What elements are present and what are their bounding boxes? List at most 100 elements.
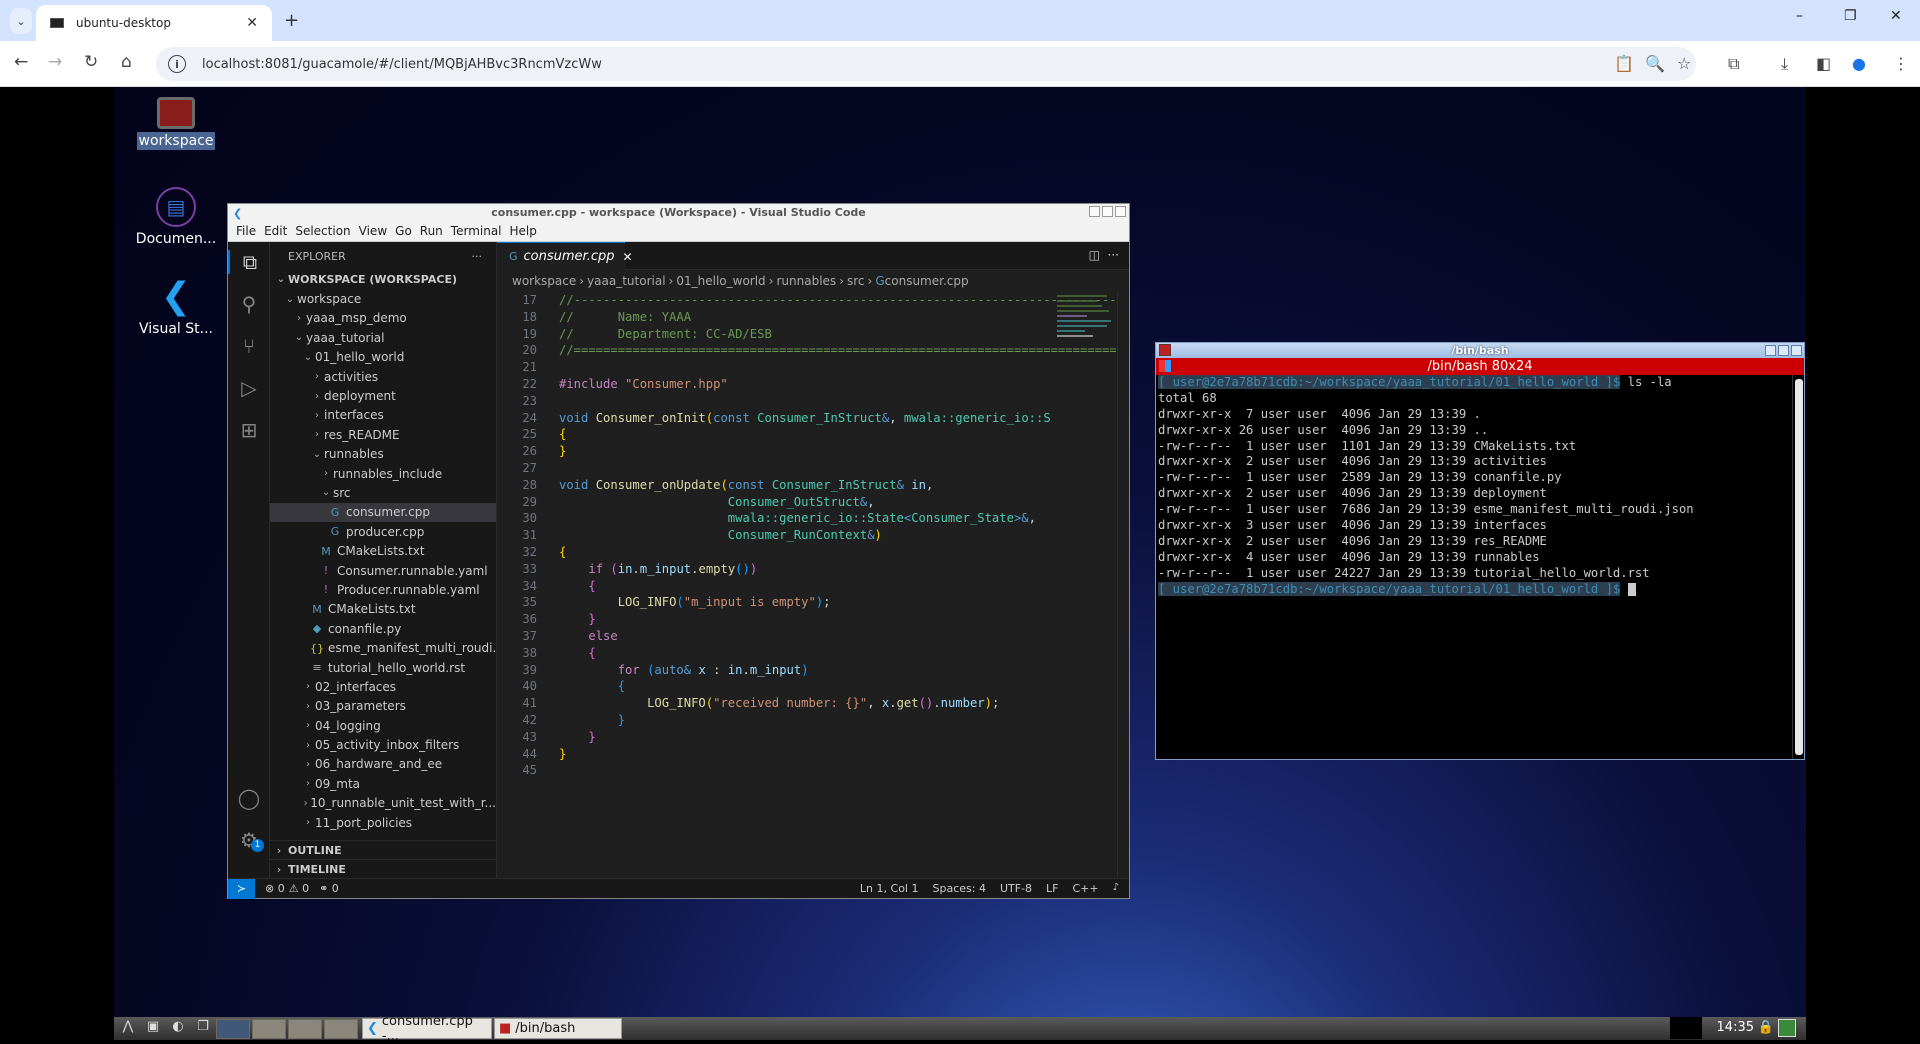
minimize-button[interactable] bbox=[1765, 345, 1776, 356]
breadcrumb-item[interactable]: consumer.cpp bbox=[885, 274, 969, 288]
breadcrumb-item[interactable]: workspace bbox=[512, 274, 576, 288]
extensions-icon[interactable]: ⧉ bbox=[1728, 54, 1739, 74]
timeline-panel[interactable]: › TIMELINE bbox=[270, 859, 496, 878]
maximize-button[interactable] bbox=[1778, 345, 1789, 356]
workspace-1[interactable] bbox=[216, 1018, 250, 1039]
breadcrumb-item[interactable]: src bbox=[847, 274, 865, 288]
tree-item[interactable]: ◆ conanfile.py bbox=[270, 619, 496, 638]
tree-item[interactable]: › 11_port_policies bbox=[270, 813, 496, 832]
browser-icon[interactable]: ◐ bbox=[167, 1019, 189, 1039]
tree-item[interactable]: M CMakeLists.txt bbox=[270, 600, 496, 619]
terminal-menu-icon[interactable] bbox=[1159, 360, 1171, 372]
back-icon[interactable]: ← bbox=[14, 52, 28, 72]
search-icon[interactable]: ⚲ bbox=[237, 292, 261, 316]
workspace-4[interactable] bbox=[324, 1018, 358, 1039]
minimize-button[interactable]: – bbox=[1796, 8, 1803, 24]
explorer-icon[interactable]: ⧉ bbox=[228, 250, 270, 274]
terminal-scrollbar[interactable] bbox=[1792, 375, 1804, 759]
close-tab-icon[interactable]: ✕ bbox=[246, 15, 258, 31]
close-button[interactable] bbox=[1115, 206, 1126, 217]
language-mode[interactable]: C++ bbox=[1072, 882, 1098, 895]
minimize-button[interactable] bbox=[1089, 206, 1100, 217]
notifications-bell-icon[interactable]: ♪ bbox=[1113, 882, 1119, 895]
menu-view[interactable]: View bbox=[359, 224, 387, 238]
reload-icon[interactable]: ↻ bbox=[84, 52, 98, 72]
url-text[interactable]: localhost:8081/guacamole/#/client/MQBjAH… bbox=[202, 57, 602, 72]
maximize-button[interactable] bbox=[1102, 206, 1113, 217]
minimap[interactable] bbox=[1057, 292, 1115, 372]
tree-item[interactable]: › activities bbox=[270, 367, 496, 386]
download-icon[interactable]: ⤓ bbox=[1781, 54, 1788, 74]
tree-item[interactable]: › deployment bbox=[270, 386, 496, 405]
menu-icon[interactable]: ⋮ bbox=[1893, 54, 1909, 73]
more-actions-icon[interactable]: ··· bbox=[472, 250, 483, 263]
tree-item[interactable]: Gproducer.cpp bbox=[270, 522, 496, 541]
tree-item[interactable]: ⌄ workspace bbox=[270, 289, 496, 308]
desktop-icon-workspace[interactable]: workspace bbox=[126, 97, 226, 150]
address-bar[interactable]: i localhost:8081/guacamole/#/client/MQBj… bbox=[156, 47, 1696, 81]
tree-item[interactable]: › 04_logging bbox=[270, 716, 496, 735]
warnings-status[interactable]: ⚠ 0 bbox=[289, 882, 309, 895]
menu-run[interactable]: Run bbox=[420, 224, 443, 238]
line-ending[interactable]: LF bbox=[1046, 882, 1058, 895]
tree-item[interactable]: ! Consumer.runnable.yaml bbox=[270, 561, 496, 580]
tree-item[interactable]: ⌄ 01_hello_world bbox=[270, 348, 496, 367]
menu-file[interactable]: File bbox=[236, 224, 256, 238]
tree-item[interactable]: {} esme_manifest_multi_roudi.... bbox=[270, 638, 496, 657]
more-actions-icon[interactable]: ··· bbox=[1108, 248, 1119, 262]
home-icon[interactable]: ⌂ bbox=[121, 52, 132, 72]
account-icon[interactable]: ◯ bbox=[237, 786, 261, 810]
editor-scrollbar[interactable] bbox=[1117, 292, 1129, 878]
zoom-icon[interactable]: 🔍 bbox=[1645, 54, 1665, 73]
tree-item[interactable]: › yaaa_msp_demo bbox=[270, 309, 496, 328]
tree-item[interactable]: › res_README bbox=[270, 425, 496, 444]
browser-tab[interactable]: ubuntu-desktop ✕ bbox=[36, 5, 272, 41]
source-control-icon[interactable]: ⑂ bbox=[237, 334, 261, 358]
encoding[interactable]: UTF-8 bbox=[1000, 882, 1032, 895]
menu-help[interactable]: Help bbox=[510, 224, 537, 238]
restore-button[interactable]: ❐ bbox=[1844, 8, 1857, 24]
breadcrumb-item[interactable]: runnables bbox=[776, 274, 836, 288]
tree-item[interactable]: › 05_activity_inbox_filters bbox=[270, 735, 496, 754]
tree-item[interactable]: Gconsumer.cpp bbox=[270, 502, 496, 523]
desktop-icon-vscode[interactable]: ❮ Visual St... bbox=[126, 277, 226, 338]
terminal-titlebar[interactable]: /bin/bash bbox=[1156, 343, 1804, 358]
tree-item[interactable]: › 06_hardware_and_ee bbox=[270, 755, 496, 774]
remote-indicator-icon[interactable]: ≻ bbox=[228, 878, 255, 899]
indentation[interactable]: Spaces: 4 bbox=[932, 882, 985, 895]
new-tab-button[interactable]: + bbox=[284, 10, 299, 31]
run-debug-icon[interactable]: ▷ bbox=[237, 376, 261, 400]
tree-item[interactable]: ≡ tutorial_hello_world.rst bbox=[270, 658, 496, 677]
bookmark-star-icon[interactable]: ☆ bbox=[1677, 54, 1691, 73]
tree-item[interactable]: › 03_parameters bbox=[270, 697, 496, 716]
side-panel-icon[interactable]: ◧ bbox=[1816, 54, 1831, 73]
tree-item[interactable]: ⌄ yaaa_tutorial bbox=[270, 328, 496, 347]
desktop-icon-documents[interactable]: ▤ Documen... bbox=[126, 187, 226, 247]
breadcrumb-item[interactable]: yaaa_tutorial bbox=[587, 274, 665, 288]
logout-icon[interactable] bbox=[1778, 1019, 1796, 1037]
tab-search-button[interactable]: ⌄ bbox=[10, 8, 32, 34]
menu-terminal[interactable]: Terminal bbox=[451, 224, 502, 238]
clock[interactable]: 14:35 bbox=[1717, 1020, 1754, 1035]
manage-gear-icon[interactable]: ⚙ 1 bbox=[237, 828, 264, 852]
tree-item[interactable]: ⌄ src bbox=[270, 483, 496, 502]
start-menu-icon[interactable]: ⋀ bbox=[117, 1019, 139, 1039]
ports-status[interactable]: ⚭ 0 bbox=[319, 882, 339, 895]
forward-icon[interactable]: → bbox=[48, 52, 62, 72]
tree-item[interactable]: ! Producer.runnable.yaml bbox=[270, 580, 496, 599]
split-editor-icon[interactable]: ◫ bbox=[1089, 248, 1100, 262]
extensions-icon[interactable]: ⊞ bbox=[237, 418, 261, 442]
breadcrumb-item[interactable]: 01_hello_world bbox=[676, 274, 765, 288]
file-manager-icon[interactable]: ▣ bbox=[142, 1019, 164, 1039]
vscode-titlebar[interactable]: ❮ consumer.cpp - workspace (Workspace) -… bbox=[228, 204, 1129, 221]
site-info-icon[interactable]: i bbox=[168, 55, 186, 73]
tree-item[interactable]: › 10_runnable_unit_test_with_r... bbox=[270, 794, 496, 813]
editor-tab-consumer-cpp[interactable]: Gconsumer.cpp ✕ bbox=[497, 242, 633, 270]
tree-item[interactable]: › 02_interfaces bbox=[270, 677, 496, 696]
tree-item[interactable]: › interfaces bbox=[270, 406, 496, 425]
lock-icon[interactable]: 🔒 bbox=[1758, 1020, 1774, 1035]
show-desktop-icon[interactable]: ❐ bbox=[192, 1019, 214, 1039]
menu-selection[interactable]: Selection bbox=[295, 224, 350, 238]
tree-item[interactable]: M CMakeLists.txt bbox=[270, 541, 496, 560]
workspace-3[interactable] bbox=[288, 1018, 322, 1039]
